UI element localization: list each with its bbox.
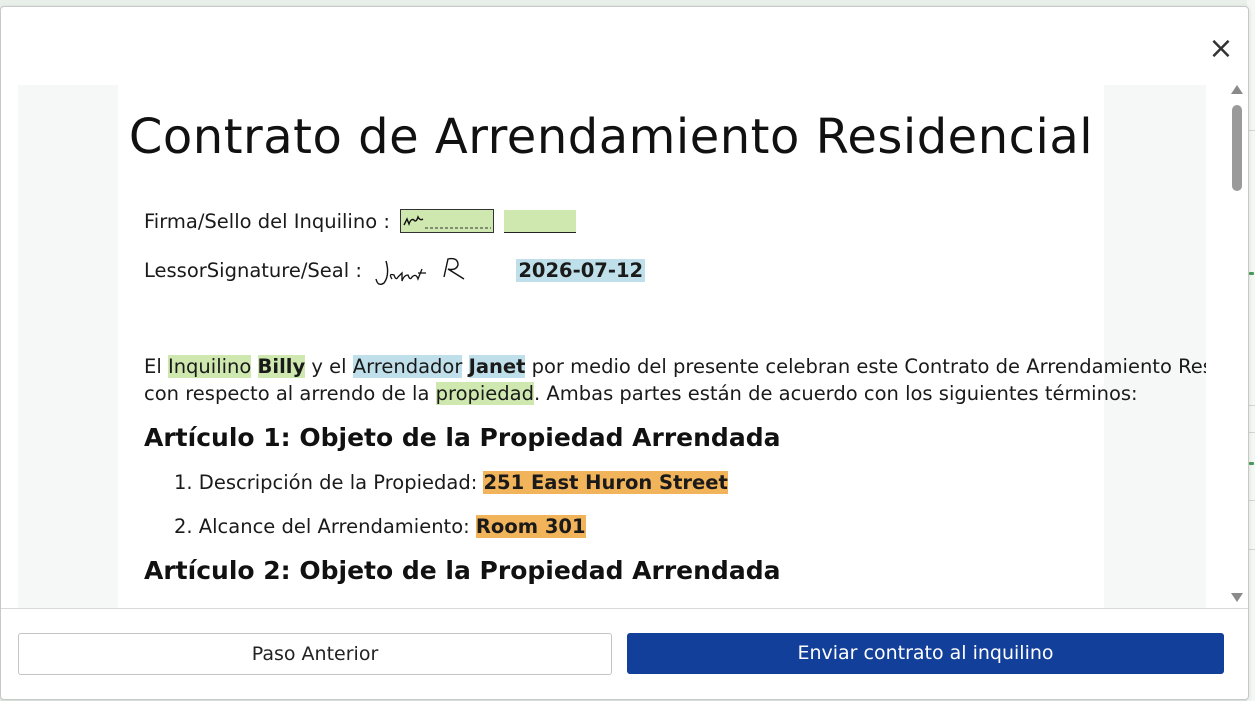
document-viewer[interactable]: Contrato de Arrendamiento Residencial Fi… xyxy=(18,85,1206,608)
scroll-up-arrow-icon[interactable] xyxy=(1231,85,1243,94)
background-marker xyxy=(1249,272,1254,275)
intro-line-1: El Inquilino Billy y el Arrendador Janet… xyxy=(144,355,1206,378)
article-1-heading: Artículo 1: Objeto de la Propiedad Arren… xyxy=(144,423,781,452)
tenant-name: Billy xyxy=(257,355,306,378)
footer-divider xyxy=(1,608,1248,609)
previous-step-button[interactable]: Paso Anterior xyxy=(18,633,612,675)
lease-scope: Room 301 xyxy=(475,515,586,538)
scroll-down-arrow-icon[interactable] xyxy=(1231,593,1243,602)
lessor-role-term: Arrendador xyxy=(352,355,463,378)
send-contract-button[interactable]: Enviar contrato al inquilino xyxy=(627,633,1224,674)
article-2-heading: Artículo 2: Objeto de la Propiedad Arren… xyxy=(144,556,781,585)
lessor-name: Janet xyxy=(468,355,526,378)
tenant-signature-field[interactable] xyxy=(400,209,495,233)
intro-text: El xyxy=(144,355,168,378)
lessor-handwritten-signature xyxy=(375,257,465,286)
lessor-signature-row: LessorSignature/Seal : 2026-07-12 xyxy=(144,255,646,289)
intro-text: con respecto al arrendo de la xyxy=(144,382,436,405)
tenant-seal-field[interactable] xyxy=(504,210,577,233)
close-icon[interactable]: × xyxy=(1207,34,1235,64)
document-page: Contrato de Arrendamiento Residencial Fi… xyxy=(118,85,1206,608)
article-1-item-2: 2. Alcance del Arrendamiento: Room 301 xyxy=(174,515,586,538)
document-scrollbar[interactable] xyxy=(1229,85,1245,608)
contract-name: Contrato de Arrendamiento Residencial xyxy=(904,355,1206,378)
item-label: 2. Alcance del Arrendamiento: xyxy=(174,515,476,538)
intro-text: . Ambas partes están de acuerdo con los … xyxy=(534,382,1138,405)
property-term: propiedad xyxy=(435,382,535,405)
tenant-role-term: Inquilino xyxy=(167,355,252,378)
lessor-signature-date: 2026-07-12 xyxy=(516,259,646,282)
intro-text: y el xyxy=(305,355,353,378)
intro-line-2: con respecto al arrendo de la propiedad.… xyxy=(144,382,1138,405)
property-description: 251 East Huron Street xyxy=(483,471,728,494)
document-title: Contrato de Arrendamiento Residencial xyxy=(128,109,1094,165)
contract-preview-dialog: × Contrato de Arrendamiento Residencial … xyxy=(0,6,1249,700)
scrollbar-thumb[interactable] xyxy=(1232,105,1242,191)
tenant-signature-label: Firma/Sello del Inquilino : xyxy=(144,210,390,233)
background-marker xyxy=(1249,462,1254,465)
article-1-item-1: 1. Descripción de la Propiedad: 251 East… xyxy=(174,471,728,494)
tenant-initial-mark xyxy=(403,215,492,229)
tenant-signature-row: Firma/Sello del Inquilino : xyxy=(144,209,577,233)
lessor-signature-label: LessorSignature/Seal : xyxy=(144,259,362,282)
item-label: 1. Descripción de la Propiedad: xyxy=(174,471,484,494)
intro-text: por medio del presente celebran este xyxy=(525,355,905,378)
